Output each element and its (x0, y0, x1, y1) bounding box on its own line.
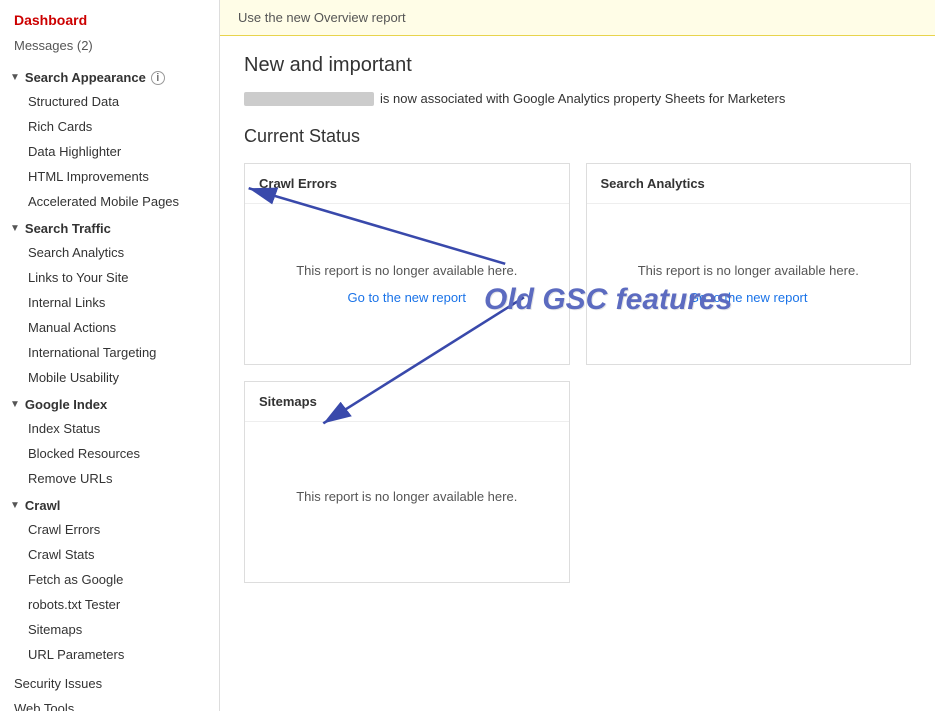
cards-grid: Crawl Errors This report is no longer av… (244, 163, 911, 583)
search-analytics-header: Search Analytics (587, 164, 911, 204)
sidebar-section-search-appearance[interactable]: ▼ Search Appearance i (0, 63, 219, 89)
sidebar-item-security-issues[interactable]: Security Issues (0, 671, 219, 696)
sidebar-item-fetch-as-google[interactable]: Fetch as Google (0, 567, 219, 592)
sitemaps-card: Sitemaps This report is no longer availa… (244, 381, 570, 583)
sidebar-section-google-index[interactable]: ▼ Google Index (0, 390, 219, 416)
sidebar-item-html-improvements[interactable]: HTML Improvements (0, 164, 219, 189)
search-analytics-no-report: This report is no longer available here. (638, 263, 859, 278)
notification-text: is now associated with Google Analytics … (380, 91, 785, 106)
sidebar-section-label: Crawl (25, 498, 60, 513)
sidebar-item-structured-data[interactable]: Structured Data (0, 89, 219, 114)
main-content: Use the new Overview report New and impo… (220, 0, 935, 711)
crawl-errors-link[interactable]: Go to the new report (347, 290, 466, 305)
sidebar-item-links-to-your-site[interactable]: Links to Your Site (0, 265, 219, 290)
sidebar-item-web-tools[interactable]: Web Tools (0, 696, 219, 711)
sidebar-section-search-traffic[interactable]: ▼ Search Traffic (0, 214, 219, 240)
sidebar-messages[interactable]: Messages (2) (0, 34, 219, 63)
sidebar-item-url-parameters[interactable]: URL Parameters (0, 642, 219, 667)
sidebar-item-blocked-resources[interactable]: Blocked Resources (0, 441, 219, 466)
crawl-errors-no-report: This report is no longer available here. (296, 263, 517, 278)
arrow-icon: ▼ (10, 500, 20, 511)
arrow-icon: ▼ (10, 72, 20, 83)
info-icon[interactable]: i (151, 71, 165, 85)
sidebar-item-international-targeting[interactable]: International Targeting (0, 340, 219, 365)
crawl-errors-card: Crawl Errors This report is no longer av… (244, 163, 570, 365)
sidebar-item-rich-cards[interactable]: Rich Cards (0, 114, 219, 139)
notification-bar: is now associated with Google Analytics … (244, 91, 911, 106)
sidebar-item-remove-urls[interactable]: Remove URLs (0, 466, 219, 491)
redacted-url (244, 92, 374, 106)
sitemaps-header: Sitemaps (245, 382, 569, 422)
current-status-title: Current Status (244, 126, 911, 147)
sidebar-item-data-highlighter[interactable]: Data Highlighter (0, 139, 219, 164)
sidebar: Dashboard Messages (2) ▼ Search Appearan… (0, 0, 220, 711)
sidebar-item-robots-txt-tester[interactable]: robots.txt Tester (0, 592, 219, 617)
search-analytics-card: Search Analytics This report is no longe… (586, 163, 912, 365)
arrow-icon: ▼ (10, 399, 20, 410)
sidebar-item-sitemaps[interactable]: Sitemaps (0, 617, 219, 642)
sidebar-item-search-analytics[interactable]: Search Analytics (0, 240, 219, 265)
sidebar-dashboard[interactable]: Dashboard (0, 0, 219, 34)
banner-text: Use the new Overview report (238, 10, 406, 25)
crawl-errors-header: Crawl Errors (245, 164, 569, 204)
sidebar-item-index-status[interactable]: Index Status (0, 416, 219, 441)
sidebar-section-crawl[interactable]: ▼ Crawl (0, 491, 219, 517)
main-body: New and important is now associated with… (220, 36, 935, 601)
sidebar-item-crawl-errors[interactable]: Crawl Errors (0, 517, 219, 542)
sidebar-item-crawl-stats[interactable]: Crawl Stats (0, 542, 219, 567)
sidebar-item-manual-actions[interactable]: Manual Actions (0, 315, 219, 340)
sitemaps-body: This report is no longer available here. (245, 422, 569, 582)
sitemaps-no-report: This report is no longer available here. (296, 489, 517, 504)
sidebar-section-label: Search Traffic (25, 221, 111, 236)
sidebar-section-label: Search Appearance (25, 70, 146, 85)
new-important-title: New and important (244, 54, 911, 77)
arrow-icon: ▼ (10, 223, 20, 234)
sidebar-item-internal-links[interactable]: Internal Links (0, 290, 219, 315)
sidebar-section-label: Google Index (25, 397, 107, 412)
overview-banner: Use the new Overview report (220, 0, 935, 36)
gsc-annotation-label: Old GSC features (484, 283, 732, 317)
sidebar-item-mobile-usability[interactable]: Mobile Usability (0, 365, 219, 390)
sidebar-item-accelerated-mobile-pages[interactable]: Accelerated Mobile Pages (0, 189, 219, 214)
